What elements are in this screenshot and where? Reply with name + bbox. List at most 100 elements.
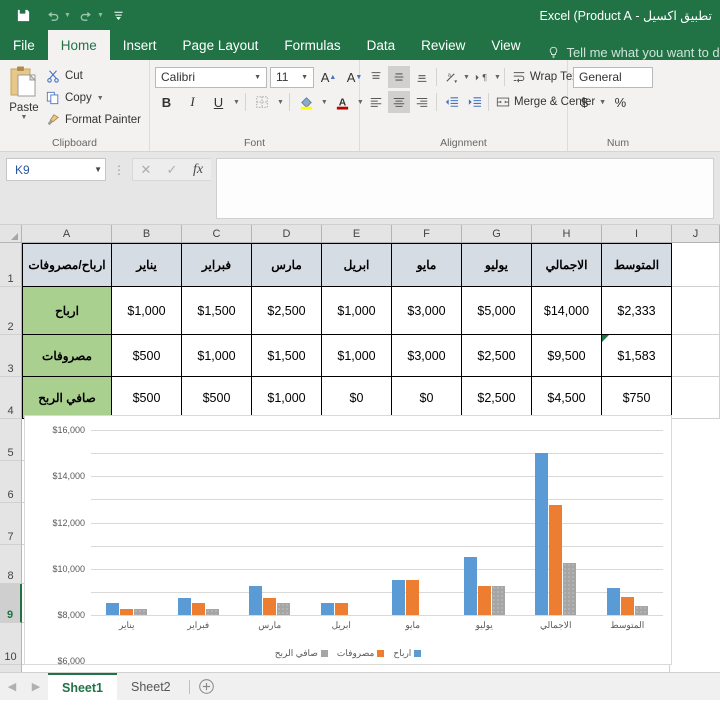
tab-home[interactable]: Home [47,30,110,60]
chart-bar[interactable] [334,603,348,615]
row-header-11[interactable]: 11 [0,665,22,672]
next-sheet-icon[interactable]: ▶ [24,673,48,701]
cell-H2[interactable]: $14,000 [532,287,602,335]
align-middle-icon[interactable] [388,66,410,88]
chart-bar[interactable] [563,562,577,615]
cell-F1[interactable]: مايو [392,243,462,287]
copy-dropdown-icon[interactable]: ▼ [97,95,104,102]
cell-I3[interactable]: $1,583 [602,335,672,377]
cell-A3[interactable]: مصروفات [22,335,112,377]
chart-bar[interactable] [134,609,148,615]
tell-me-box[interactable]: Tell me what you want to do... [547,45,720,60]
chart-bar[interactable] [191,603,205,615]
cell-G4[interactable]: $2,500 [462,377,532,419]
cell-F2[interactable]: $3,000 [392,287,462,335]
chart-bar[interactable] [491,586,505,615]
column-header-B[interactable]: B [112,225,182,243]
row-header-8[interactable]: 8 [0,545,22,584]
cell-G2[interactable]: $5,000 [462,287,532,335]
chart-bar[interactable] [535,453,549,615]
italic-button[interactable]: I [181,91,204,113]
formula-bar-grip[interactable]: ⋮ [111,158,127,181]
row-header-2[interactable]: 2 [0,287,22,335]
chart-bar[interactable] [320,603,334,615]
row-header-4[interactable]: 4 [0,377,22,419]
chart-bar[interactable] [477,586,491,615]
chart-bar[interactable] [634,606,648,615]
cell-C1[interactable]: فبراير [182,243,252,287]
increase-indent-icon[interactable] [463,91,485,113]
chart-bar[interactable] [263,597,277,615]
chart-bar[interactable] [120,609,134,615]
cell-D4[interactable]: $1,000 [252,377,322,419]
customize-quick-access-icon[interactable] [104,2,134,28]
currency-format-button[interactable]: $ [573,91,596,113]
name-box-dropdown-icon[interactable]: ▼ [94,165,102,174]
sheet-tab-sheet2[interactable]: Sheet2 [117,673,185,700]
cell-E3[interactable]: $1,000 [322,335,392,377]
align-center-icon[interactable] [388,91,410,113]
column-header-E[interactable]: E [322,225,392,243]
font-name-dropdown-icon[interactable]: ▼ [251,74,264,81]
chart-bar[interactable] [549,505,563,615]
font-name-input[interactable]: Calibri ▼ [155,66,267,88]
undo-dropdown-icon[interactable]: ▼ [64,12,71,19]
row-header-5[interactable]: 5 [0,419,22,461]
cancel-icon[interactable]: ✕ [133,159,159,180]
name-box[interactable]: K9 ▼ [6,158,106,181]
paste-dropdown-icon[interactable]: ▼ [21,114,28,121]
chart-bar[interactable] [277,603,291,615]
row-header-6[interactable]: 6 [0,461,22,503]
text-orientation-icon[interactable]: a [440,66,462,88]
row-header-10[interactable]: 10 [0,623,22,665]
cell-J1[interactable] [672,243,720,287]
underline-button[interactable]: U [207,91,230,113]
borders-icon[interactable] [251,91,274,113]
save-icon[interactable] [8,2,38,28]
chart-bar[interactable] [392,580,406,615]
chart-bar[interactable] [463,557,477,615]
chart-bar[interactable] [177,597,191,615]
cell-H3[interactable]: $9,500 [532,335,602,377]
column-header-D[interactable]: D [252,225,322,243]
tab-page-layout[interactable]: Page Layout [170,30,272,60]
borders-dropdown-icon[interactable]: ▼ [277,99,284,106]
cell-H1[interactable]: الاجمالي [532,243,602,287]
cell-I4[interactable]: $750 [602,377,672,419]
cell-A1[interactable]: ارباح/مصروفات [22,243,112,287]
decrease-indent-icon[interactable] [440,91,462,113]
cell-J2[interactable] [672,287,720,335]
cell-B4[interactable]: $500 [112,377,182,419]
chart-bar[interactable] [606,588,620,615]
cell-F3[interactable]: $3,000 [392,335,462,377]
fill-color-icon[interactable] [295,91,318,113]
format-painter-button[interactable]: Format Painter [43,110,144,130]
add-sheet-icon[interactable] [194,673,220,701]
cell-D3[interactable]: $1,500 [252,335,322,377]
confirm-icon[interactable]: ✓ [159,159,185,180]
cell-I2[interactable]: $2,333 [602,287,672,335]
cell-I1[interactable]: المتوسط [602,243,672,287]
align-top-icon[interactable] [365,66,387,88]
chart-bar[interactable] [249,586,263,615]
tab-view[interactable]: View [478,30,533,60]
number-format-select[interactable]: General [573,66,653,88]
cell-E2[interactable]: $1,000 [322,287,392,335]
text-direction-dropdown-icon[interactable]: ▼ [494,74,501,81]
chart-bar[interactable] [406,580,420,615]
copy-button[interactable]: Copy ▼ [43,88,144,108]
column-header-H[interactable]: H [532,225,602,243]
underline-dropdown-icon[interactable]: ▼ [233,99,240,106]
cell-C2[interactable]: $1,500 [182,287,252,335]
cell-G3[interactable]: $2,500 [462,335,532,377]
column-header-J[interactable]: J [672,225,720,243]
sheet-tab-sheet1[interactable]: Sheet1 [48,672,117,701]
font-color-icon[interactable]: A [331,91,354,113]
cell-D2[interactable]: $2,500 [252,287,322,335]
fill-color-dropdown-icon[interactable]: ▼ [321,99,328,106]
cell-C4[interactable]: $500 [182,377,252,419]
cell-A4[interactable]: صافي الربح [22,377,112,419]
chart-bar[interactable] [106,603,120,615]
bar-chart[interactable]: $0$2,000$4,000$6,000$8,000$10,000$12,000… [24,415,672,666]
select-all-corner[interactable] [0,225,22,243]
